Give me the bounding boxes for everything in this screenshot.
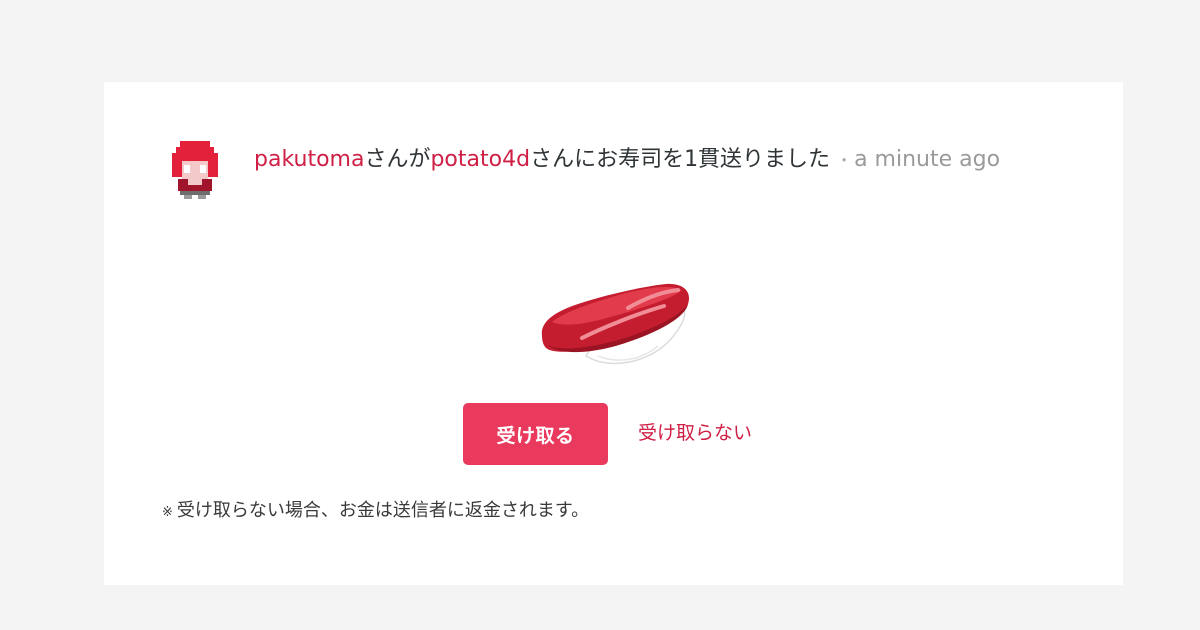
timestamp: a minute ago	[854, 147, 1001, 172]
notification-message: pakutomaさんがpotato4dさんにお寿司を1貫送りました ・a minu…	[254, 144, 1000, 177]
gift-notification-card: pakutomaさんがpotato4dさんにお寿司を1貫送りました ・a minu…	[104, 82, 1123, 585]
accept-button[interactable]: 受け取る	[463, 403, 608, 465]
tuna-sushi-icon	[541, 283, 690, 365]
recipient-link[interactable]: potato4d	[430, 147, 530, 172]
refund-footnote: ※ 受け取らない場合、お金は送信者に返金されます。	[162, 497, 589, 527]
note-mark: ※	[162, 505, 173, 520]
sender-link[interactable]: pakutoma	[254, 147, 364, 172]
separator-dot: ・	[836, 151, 853, 170]
message-text-1: さんが	[364, 147, 431, 172]
pixel-avatar-icon[interactable]	[172, 141, 218, 199]
decline-link[interactable]: 受け取らない	[638, 419, 752, 447]
footnote-text: 受け取らない場合、お金は送信者に返金されます。	[176, 500, 590, 521]
message-text-2: さんにお寿司を1貫送りました	[530, 147, 831, 172]
